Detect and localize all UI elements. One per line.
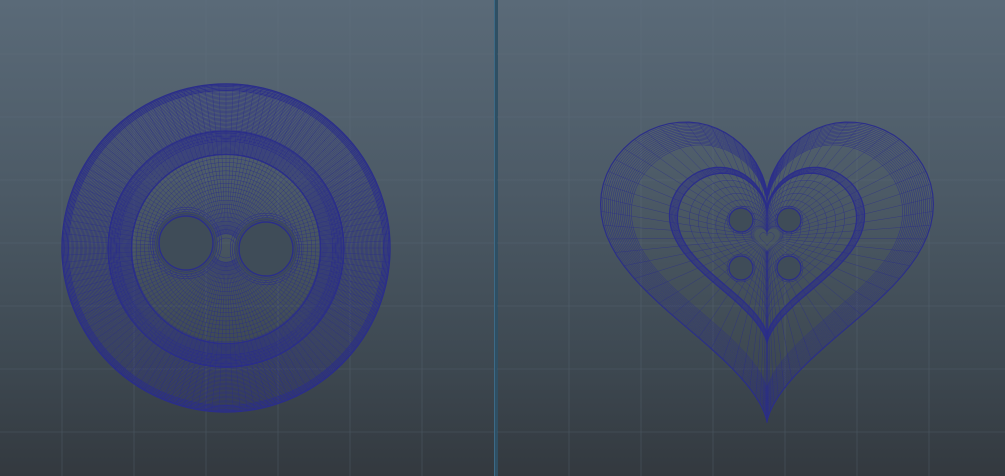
heart-button-wireframe[interactable] xyxy=(599,121,935,423)
viewport-right[interactable] xyxy=(497,0,1005,476)
round-button-wireframe[interactable] xyxy=(61,83,391,413)
viewport-grid xyxy=(497,0,1005,476)
viewport-area[interactable] xyxy=(0,0,1005,476)
viewport-left[interactable] xyxy=(0,0,494,476)
viewport-right-canvas[interactable] xyxy=(497,0,1005,476)
viewport-left-canvas[interactable] xyxy=(0,0,494,476)
